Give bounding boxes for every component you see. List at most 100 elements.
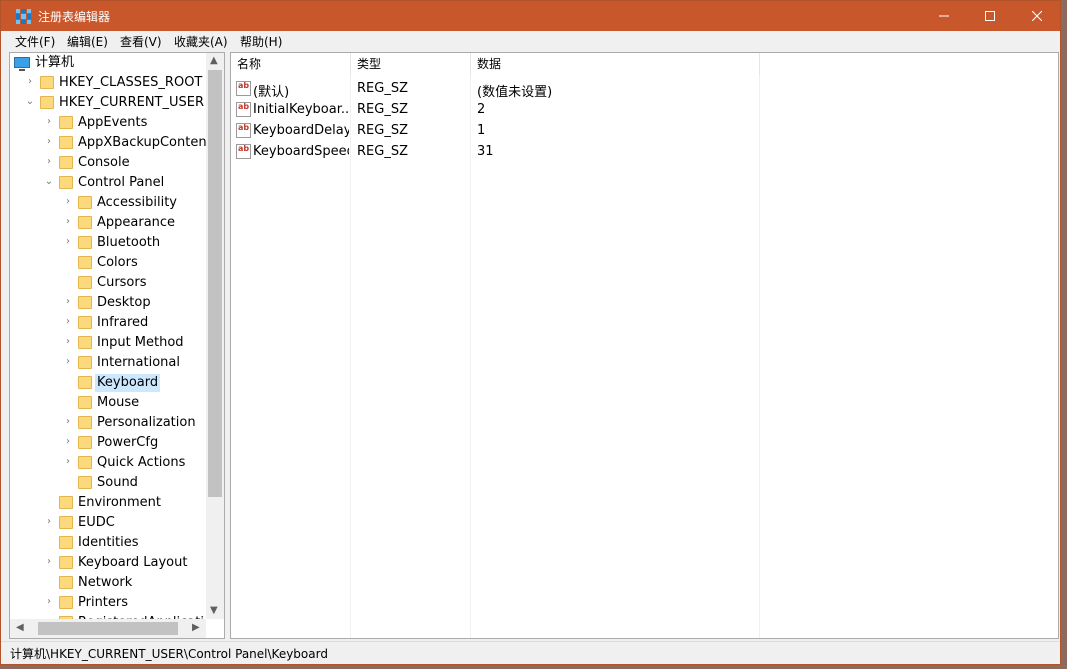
folder-icon <box>78 336 92 349</box>
tree-item[interactable]: › Personalization <box>10 413 206 433</box>
expand-chevron-icon[interactable]: › <box>63 197 73 207</box>
expand-chevron-icon[interactable]: › <box>63 457 73 467</box>
folder-icon <box>59 116 73 129</box>
folder-icon <box>40 76 54 89</box>
expand-chevron-icon[interactable]: › <box>44 137 54 147</box>
tree-item-label: Environment <box>78 495 162 510</box>
collapse-chevron-icon[interactable]: ⌄ <box>44 177 54 187</box>
scroll-down-icon[interactable]: ▼ <box>210 605 218 616</box>
expand-chevron-icon[interactable]: › <box>63 357 73 367</box>
registry-tree-pane[interactable]: 计算机 › HKEY_CLASSES_ROOT ⌄ HKEY_CURRENT_USER… <box>9 52 225 639</box>
folder-icon <box>59 596 73 609</box>
tree-item-label: HKEY_CLASSES_ROOT <box>59 75 203 90</box>
menu-file[interactable]: 文件(F) <box>15 33 55 50</box>
tree-view: 计算机 › HKEY_CLASSES_ROOT ⌄ HKEY_CURRENT_USER… <box>10 53 206 619</box>
expand-chevron-icon[interactable]: › <box>63 297 73 307</box>
tree-item[interactable]: Colors <box>10 253 206 273</box>
folder-icon <box>59 176 73 189</box>
expand-chevron-icon[interactable]: › <box>44 157 54 167</box>
tree-item[interactable]: Identities <box>10 533 206 553</box>
folder-icon <box>78 276 92 289</box>
scroll-left-icon[interactable]: ◀ <box>16 622 24 633</box>
expand-chevron-icon[interactable]: › <box>63 437 73 447</box>
folder-icon <box>59 536 73 549</box>
menu-help[interactable]: 帮助(H) <box>240 33 282 50</box>
value-row[interactable]: ab (默认) REG_SZ (数值未设置) <box>231 79 1031 100</box>
expand-chevron-icon[interactable]: › <box>63 317 73 327</box>
value-row[interactable]: ab KeyboardDelay REG_SZ 1 <box>231 121 1031 142</box>
tree-vertical-scrollbar[interactable]: ▲ ▼ <box>206 53 224 619</box>
collapse-chevron-icon[interactable]: ⌄ <box>25 97 35 107</box>
tree-item-label: Infrared <box>97 315 149 330</box>
tree-item-label: Keyboard <box>95 374 161 392</box>
expand-chevron-icon[interactable]: › <box>44 117 54 127</box>
tree-item[interactable]: › Printers <box>10 593 206 613</box>
tree-item[interactable]: › PowerCfg <box>10 433 206 453</box>
expand-chevron-icon[interactable]: › <box>63 217 73 227</box>
expand-chevron-icon[interactable]: › <box>44 597 54 607</box>
tree-item-label: Accessibility <box>97 195 177 210</box>
close-button[interactable] <box>1014 1 1060 31</box>
tree-horizontal-scroll-thumb[interactable] <box>38 622 178 635</box>
expand-chevron-icon[interactable]: › <box>63 337 73 347</box>
scroll-right-icon[interactable]: ▶ <box>192 622 200 633</box>
values-list-pane[interactable]: 名称 类型 数据 ab (默认) REG_SZ (数值未设置) ab InitialKey… <box>230 52 1059 639</box>
tree-item[interactable]: › Quick Actions <box>10 453 206 473</box>
value-row[interactable]: ab InitialKeyboar... REG_SZ 2 <box>231 100 1031 121</box>
maximize-button[interactable] <box>967 1 1013 31</box>
tree-item[interactable]: ⌄ Control Panel <box>10 173 206 193</box>
tree-item[interactable]: Network <box>10 573 206 593</box>
tree-item-computer[interactable]: 计算机 <box>10 53 206 73</box>
column-header-data[interactable]: 数据 <box>471 53 760 75</box>
tree-item[interactable]: › Input Method <box>10 333 206 353</box>
tree-item-label: Input Method <box>97 335 184 350</box>
folder-icon <box>78 316 92 329</box>
menu-favorites[interactable]: 收藏夹(A) <box>174 33 228 50</box>
value-name: KeyboardDelay <box>253 123 349 138</box>
tree-vertical-scroll-thumb[interactable] <box>208 70 222 497</box>
tree-item[interactable]: Mouse <box>10 393 206 413</box>
tree-item[interactable]: › Desktop <box>10 293 206 313</box>
tree-item[interactable]: › HKEY_CLASSES_ROOT <box>10 73 206 93</box>
value-name: KeyboardSpeed <box>253 144 349 159</box>
tree-item[interactable]: › AppXBackupContentTy <box>10 133 206 153</box>
tree-item[interactable]: › AppEvents <box>10 113 206 133</box>
tree-item[interactable]: Sound <box>10 473 206 493</box>
tree-item[interactable]: › EUDC <box>10 513 206 533</box>
tree-horizontal-scrollbar[interactable]: ◀ ▶ <box>10 619 206 638</box>
folder-icon <box>59 556 73 569</box>
menu-view[interactable]: 查看(V) <box>120 33 162 50</box>
regedit-app-icon <box>16 9 31 24</box>
tree-item[interactable]: › Infrared <box>10 313 206 333</box>
tree-item-label: Personalization <box>97 415 196 430</box>
tree-item[interactable]: › Appearance <box>10 213 206 233</box>
expand-chevron-icon[interactable]: › <box>25 77 35 87</box>
tree-item-label: Sound <box>97 475 138 490</box>
tree-item-label: Bluetooth <box>97 235 161 250</box>
expand-chevron-icon[interactable]: › <box>44 517 54 527</box>
title-bar[interactable]: 注册表编辑器 <box>1 1 1060 31</box>
tree-item[interactable]: Cursors <box>10 273 206 293</box>
menu-edit[interactable]: 编辑(E) <box>67 33 108 50</box>
tree-item[interactable]: ⌄ HKEY_CURRENT_USER <box>10 93 206 113</box>
tree-item[interactable]: › Console <box>10 153 206 173</box>
tree-item[interactable]: › Bluetooth <box>10 233 206 253</box>
expand-chevron-icon[interactable]: › <box>63 237 73 247</box>
tree-item[interactable]: › International <box>10 353 206 373</box>
value-name: (默认) <box>253 85 290 100</box>
tree-item[interactable]: Environment <box>10 493 206 513</box>
scroll-up-icon[interactable]: ▲ <box>210 55 218 66</box>
column-header-name[interactable]: 名称 <box>231 53 351 75</box>
tree-item[interactable]: › Keyboard Layout <box>10 553 206 573</box>
tree-item[interactable]: Keyboard <box>10 373 206 393</box>
minimize-button[interactable] <box>921 1 967 31</box>
value-row[interactable]: ab KeyboardSpeed REG_SZ 31 <box>231 142 1031 163</box>
tree-item[interactable]: › Accessibility <box>10 193 206 213</box>
tree-item-label: Cursors <box>97 275 147 290</box>
expand-chevron-icon[interactable]: › <box>44 557 54 567</box>
folder-icon <box>78 236 92 249</box>
tree-item-label: Colors <box>97 255 138 270</box>
expand-chevron-icon[interactable]: › <box>63 417 73 427</box>
folder-icon <box>59 516 73 529</box>
column-header-type[interactable]: 类型 <box>351 53 471 75</box>
